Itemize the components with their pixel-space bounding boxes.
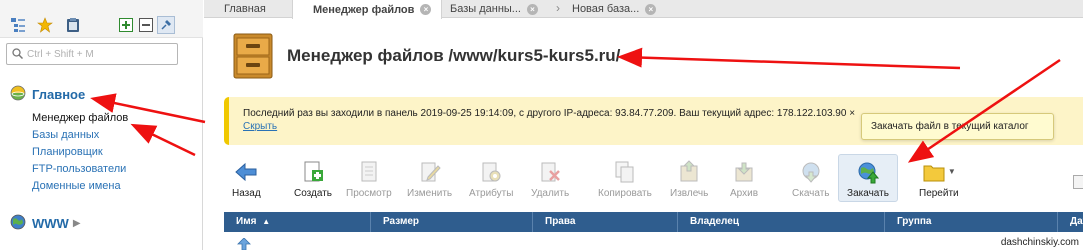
- archive-button[interactable]: Архив: [730, 158, 758, 204]
- column-header-owner[interactable]: Владелец: [678, 212, 885, 232]
- sidebar-search[interactable]: [6, 43, 178, 65]
- create-button[interactable]: Создать: [294, 158, 332, 204]
- column-header-permissions[interactable]: Права: [533, 212, 678, 232]
- section-www[interactable]: WWW ▶: [10, 214, 81, 233]
- sidebar-item-scheduler[interactable]: Планировщик: [32, 146, 103, 158]
- view-file-icon: [361, 161, 377, 182]
- tab-label: Базы данны...: [450, 3, 521, 15]
- tab-new-database[interactable]: Новая база... ×: [552, 0, 666, 18]
- download-button[interactable]: Скачать: [792, 158, 830, 204]
- star-icon[interactable]: [37, 17, 53, 33]
- file-table-header: Имя ▲ Размер Права Владелец Группа Дата: [224, 212, 1083, 232]
- watermark: dashchinskiy.com: [998, 237, 1081, 248]
- extract-button[interactable]: Извлечь: [670, 158, 708, 204]
- section-www-label: WWW: [32, 216, 69, 231]
- upload-globe-icon: [858, 162, 880, 184]
- search-icon: [12, 48, 24, 62]
- clipboard-icon[interactable]: [65, 17, 81, 33]
- pin-icon[interactable]: [157, 16, 175, 34]
- view-button[interactable]: Просмотр: [346, 158, 392, 204]
- archive-icon: [735, 162, 753, 182]
- tab-main[interactable]: Главная: [204, 0, 276, 18]
- sidebar-item-ftp-users[interactable]: FTP-пользователи: [32, 163, 126, 175]
- folder-icon: [923, 165, 945, 182]
- copy-icon: [615, 161, 634, 183]
- chevron-down-icon: ▼: [947, 166, 956, 176]
- parent-folder-icon[interactable]: [237, 237, 251, 250]
- sidebar: Главное Менеджер файлов Базы данных План…: [0, 0, 203, 250]
- globe-icon: [10, 214, 26, 233]
- upload-tooltip: Закачать файл в текущий каталог: [861, 113, 1054, 140]
- edit-button[interactable]: Изменить: [407, 158, 452, 204]
- chevron-right-icon: ▶: [72, 218, 81, 229]
- sidebar-item-domains[interactable]: Доменные имена: [32, 180, 121, 192]
- tree-icon[interactable]: [10, 17, 26, 33]
- tab-label: Главная: [224, 3, 266, 15]
- back-button[interactable]: Назад: [232, 158, 261, 204]
- close-icon[interactable]: ×: [645, 3, 657, 15]
- tab-databases[interactable]: Базы данны... ×: [430, 0, 548, 18]
- attributes-icon: [482, 162, 501, 182]
- sort-asc-icon: ▲: [262, 217, 271, 226]
- back-arrow-icon: [235, 162, 257, 182]
- copy-button[interactable]: Копировать: [598, 158, 652, 204]
- expand-all-icon[interactable]: [118, 17, 134, 33]
- tab-bar: Главная Менеджер файлов × Базы данны... …: [204, 0, 1083, 19]
- column-header-date[interactable]: Дата: [1058, 212, 1083, 232]
- globe-icon: [10, 85, 26, 104]
- sidebar-item-databases[interactable]: Базы данных: [32, 129, 99, 141]
- sidebar-toolbar: [0, 0, 203, 38]
- hide-notice-link[interactable]: Скрыть: [243, 121, 277, 132]
- close-icon[interactable]: ×: [526, 3, 538, 15]
- notice-text: Последний раз вы заходили в панель 2019-…: [243, 108, 856, 119]
- search-input[interactable]: [27, 46, 175, 62]
- delete-icon: [541, 162, 560, 182]
- new-file-icon: [304, 161, 323, 182]
- goto-button[interactable]: ▼ Перейти: [919, 158, 959, 204]
- section-main[interactable]: Главное: [10, 85, 85, 104]
- column-header-size[interactable]: Размер: [371, 212, 533, 232]
- extract-icon: [680, 160, 698, 182]
- page-title: Менеджер файлов /www/kurs5-kurs5.ru/: [287, 46, 621, 65]
- file-cabinet-icon: [231, 32, 275, 80]
- download-globe-icon: [802, 162, 820, 183]
- edit-icon: [421, 162, 441, 182]
- delete-button[interactable]: Удалить: [531, 158, 569, 204]
- tab-file-manager[interactable]: Менеджер файлов ×: [292, 0, 443, 19]
- tab-label: Новая база...: [572, 3, 640, 15]
- view-toggle-icon[interactable]: [1073, 175, 1083, 189]
- section-main-label: Главное: [32, 87, 86, 102]
- column-header-group[interactable]: Группа: [885, 212, 1058, 232]
- sidebar-item-file-manager[interactable]: Менеджер файлов: [32, 112, 128, 124]
- upload-button[interactable]: Закачать: [838, 154, 898, 202]
- column-header-name[interactable]: Имя ▲: [224, 212, 371, 232]
- attributes-button[interactable]: Атрибуты: [469, 158, 513, 204]
- tab-label: Менеджер файлов: [313, 3, 415, 16]
- collapse-all-icon[interactable]: [138, 17, 154, 33]
